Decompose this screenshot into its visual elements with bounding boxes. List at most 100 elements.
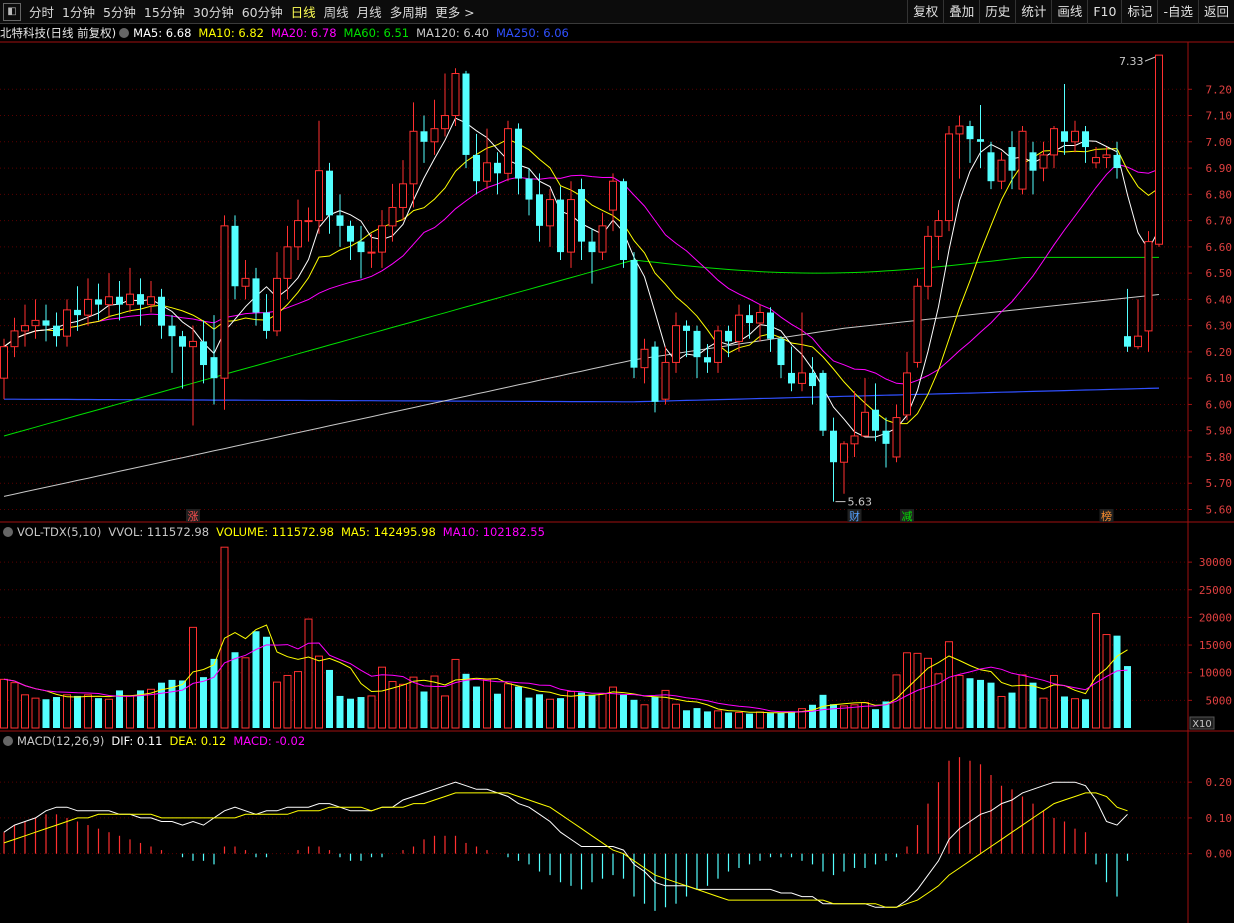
- volume-bar: [399, 683, 407, 729]
- settings-icon[interactable]: [3, 527, 13, 537]
- candle-body: [756, 312, 764, 324]
- candle-body: [494, 162, 501, 174]
- candle-body: [294, 220, 302, 248]
- volume-bar: [441, 695, 449, 729]
- candle-body: [53, 325, 60, 337]
- volume-bar: [536, 694, 543, 728]
- ma5-line: [3, 117, 1160, 438]
- volume-bar: [735, 712, 743, 729]
- candle-body: [1029, 152, 1037, 171]
- volume-bar: [515, 686, 522, 728]
- candle-body: [861, 411, 869, 437]
- ma250-line: [4, 387, 1160, 403]
- macd-tick-label: 0.00: [1206, 848, 1233, 861]
- candle-body: [1071, 130, 1079, 143]
- unit-badge: X10: [1192, 719, 1212, 730]
- volume-bar: [578, 692, 585, 728]
- candle-body: [168, 325, 176, 337]
- volume-bar: [430, 675, 439, 729]
- volume-bar: [294, 671, 302, 729]
- high-price-label: 7.33: [1119, 55, 1144, 68]
- low-price-label: 5.63: [848, 496, 873, 509]
- candle-body: [1018, 130, 1027, 190]
- candle-body: [903, 372, 911, 416]
- candle-body: [357, 241, 365, 253]
- candle-body: [966, 126, 974, 140]
- legend-item: DIF: 0.11: [111, 734, 163, 748]
- candle-body: [0, 346, 8, 379]
- volume-tick-label: 20000: [1199, 611, 1232, 624]
- candle-body: [1155, 54, 1163, 245]
- candle-body: [955, 125, 964, 135]
- volume-bar: [21, 694, 29, 729]
- volume-bar: [63, 694, 71, 729]
- volume-bar: [378, 666, 386, 729]
- volume-bar: [315, 655, 323, 729]
- candle-body: [462, 73, 470, 155]
- volume-bar: [830, 704, 837, 728]
- candle-body: [819, 372, 827, 431]
- candle-body: [945, 133, 953, 222]
- event-marker: 榜: [1101, 509, 1112, 523]
- candle-body: [1124, 336, 1131, 347]
- candle-body: [924, 235, 932, 287]
- volume-bar: [945, 641, 953, 729]
- candle-body: [158, 296, 165, 326]
- price-tick-label: 7.00: [1206, 136, 1233, 149]
- price-tick-label: 6.30: [1206, 320, 1233, 333]
- settings-icon[interactable]: [3, 736, 13, 746]
- volume-bar: [872, 709, 879, 728]
- volume-bar: [336, 695, 344, 728]
- volume-tick-label: 5000: [1206, 694, 1233, 707]
- candle-body: [777, 338, 785, 366]
- volume-bar: [683, 710, 690, 728]
- candle-body: [725, 330, 732, 342]
- candle-body: [1144, 241, 1153, 332]
- price-tick-label: 6.00: [1206, 398, 1233, 411]
- legend-item: VOLUME: 111572.98: [216, 525, 334, 539]
- candle-body: [451, 73, 460, 117]
- price-tick-label: 7.10: [1206, 110, 1233, 123]
- candle-body: [578, 189, 585, 242]
- kline-chart[interactable]: 7.20 7.10 7.00 6.90 6.80 6.70 6.60 6.50 6.40 6.30…: [0, 0, 1234, 923]
- candle-body: [620, 181, 627, 260]
- candle-body: [630, 259, 638, 368]
- volume-bar: [1102, 634, 1111, 729]
- ma60-line: [3, 256, 1159, 437]
- volume-bar: [1008, 692, 1016, 728]
- candle-body: [714, 330, 722, 363]
- candle-body: [809, 372, 816, 387]
- volume-bar: [714, 710, 722, 729]
- volume-bar: [777, 712, 785, 728]
- volume-bar: [725, 712, 732, 728]
- volume-bar: [1029, 682, 1037, 728]
- candle-body: [1008, 147, 1016, 171]
- price-tick-label: 5.70: [1206, 477, 1233, 490]
- price-tick-label: 6.10: [1206, 372, 1233, 385]
- candle-body: [1113, 154, 1121, 169]
- volume-bar: [357, 697, 365, 728]
- candle-body: [210, 357, 218, 379]
- volume-bar: [693, 708, 701, 728]
- candle-body: [189, 340, 197, 348]
- volume-bar: [451, 658, 460, 729]
- candle-body: [882, 430, 890, 444]
- candle-body: [788, 372, 795, 384]
- volume-bar: [231, 652, 239, 728]
- volume-bar: [462, 673, 470, 728]
- volume-bar: [126, 695, 134, 729]
- candle-body: [1134, 335, 1142, 348]
- candle-body: [683, 325, 690, 331]
- volume-bar: [483, 678, 491, 729]
- candle-body: [220, 225, 229, 379]
- volume-bar: [1061, 696, 1068, 728]
- candle-body: [336, 215, 344, 226]
- candle-body: [304, 220, 313, 223]
- volume-bar: [84, 694, 92, 729]
- volume-bar: [1018, 674, 1027, 729]
- candle-body: [283, 246, 292, 279]
- volume-bar: [525, 697, 533, 728]
- volume-tick-label: 25000: [1199, 584, 1232, 597]
- price-tick-label: 6.40: [1206, 293, 1233, 306]
- legend-item: MACD(12,26,9): [17, 734, 105, 748]
